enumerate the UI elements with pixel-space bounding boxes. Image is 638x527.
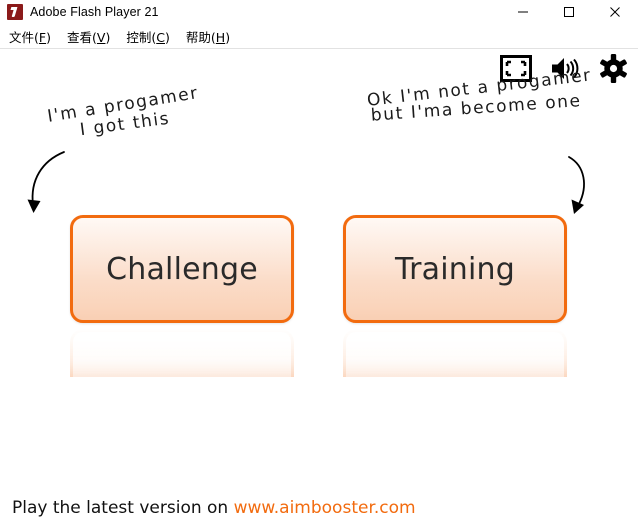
menu-item-control-label: 控制 [126,29,152,45]
challenge-button-label: Challenge [106,251,258,287]
challenge-annotation: I'm a progamer I got this [46,83,203,147]
training-button-label: Training [395,251,515,287]
menu-item-file[interactable]: 文件(F) [2,25,58,48]
settings-gear-icon[interactable] [599,54,628,83]
flash-stage: I'm a progamer I got this Ok I'm not a p… [0,49,638,527]
flash-player-icon [7,3,23,20]
minimize-button[interactable] [500,0,546,23]
challenge-button-reflection [70,329,294,377]
training-button[interactable]: Training [343,215,567,323]
menu-item-control-accel: C [156,29,165,45]
menu-item-view[interactable]: 查看(V) [60,25,117,48]
menu-item-view-accel: V [96,29,106,45]
footer-promo-text: Play the latest version on [12,498,234,518]
challenge-arrow-icon [27,151,65,213]
window-controls [500,0,638,23]
training-annotation: Ok I'm not a progamer but I'ma become on… [366,65,595,130]
menubar: 文件(F) 查看(V) 控制(C) 帮助(H) [0,24,638,49]
menu-item-help-accel: H [215,29,226,45]
footer-promo: Play the latest version on www.aimbooste… [12,498,416,518]
window-title: Adobe Flash Player 21 [30,4,159,19]
training-button-reflection [343,329,567,377]
menu-item-help-label: 帮助 [185,29,211,45]
menu-item-file-accel: F [38,29,47,45]
maximize-button[interactable] [546,0,592,23]
menu-item-view-label: 查看 [67,29,93,45]
training-arrow-icon [568,156,585,214]
menu-item-help[interactable]: 帮助(H) [179,25,237,48]
challenge-button[interactable]: Challenge [70,215,294,323]
aimbooster-link[interactable]: www.aimbooster.com [234,498,416,518]
menu-item-control[interactable]: 控制(C) [119,25,177,48]
menu-item-file-label: 文件 [9,29,35,45]
close-button[interactable] [592,0,638,23]
window-titlebar: Adobe Flash Player 21 [0,0,638,23]
